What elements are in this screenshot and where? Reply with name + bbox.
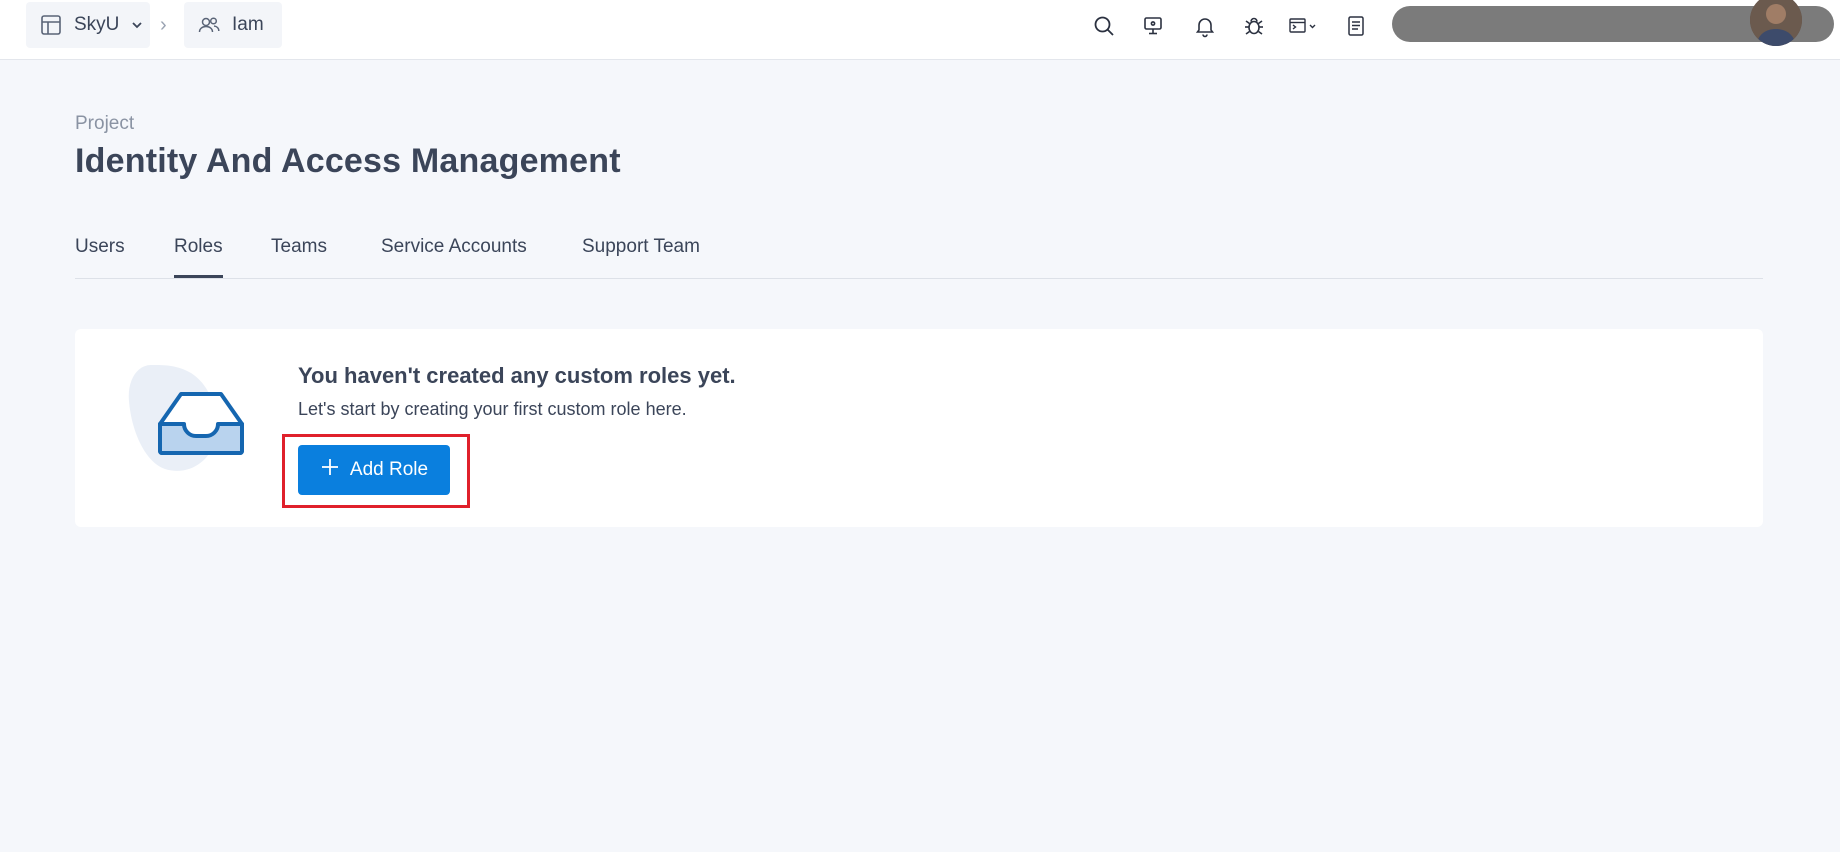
inbox-icon bbox=[121, 359, 251, 499]
module-name: Iam bbox=[232, 14, 264, 35]
table-icon bbox=[40, 14, 62, 36]
empty-state-title: You haven't created any custom roles yet… bbox=[298, 363, 736, 388]
notes-icon[interactable] bbox=[1342, 12, 1370, 40]
tab-users[interactable]: Users bbox=[75, 236, 125, 278]
page-title: Identity And Access Management bbox=[75, 142, 621, 180]
tab-roles[interactable]: Roles bbox=[174, 236, 223, 278]
highlight-box bbox=[282, 434, 470, 508]
org-name: SkyU bbox=[74, 14, 120, 35]
terminal-icon[interactable] bbox=[1288, 12, 1322, 40]
tab-service-accounts[interactable]: Service Accounts bbox=[381, 236, 527, 278]
top-bar: SkyU › Iam bbox=[0, 0, 1840, 60]
bug-icon[interactable] bbox=[1240, 12, 1268, 40]
users-icon bbox=[198, 15, 220, 35]
tab-bar: Users Roles Teams Service Accounts Suppo… bbox=[75, 236, 1763, 279]
project-label: Project bbox=[75, 113, 135, 134]
org-switcher[interactable]: SkyU bbox=[26, 2, 150, 48]
monitor-icon[interactable] bbox=[1140, 12, 1168, 40]
search-icon[interactable] bbox=[1090, 12, 1118, 40]
chevron-down-icon bbox=[131, 19, 143, 31]
tab-teams[interactable]: Teams bbox=[271, 236, 327, 278]
tab-support-team[interactable]: Support Team bbox=[582, 236, 700, 278]
empty-state-subtitle: Let's start by creating your first custo… bbox=[298, 399, 687, 419]
breadcrumb-module[interactable]: Iam bbox=[184, 2, 282, 48]
breadcrumb-chevron-icon: › bbox=[160, 14, 167, 36]
bell-icon[interactable] bbox=[1191, 12, 1219, 40]
